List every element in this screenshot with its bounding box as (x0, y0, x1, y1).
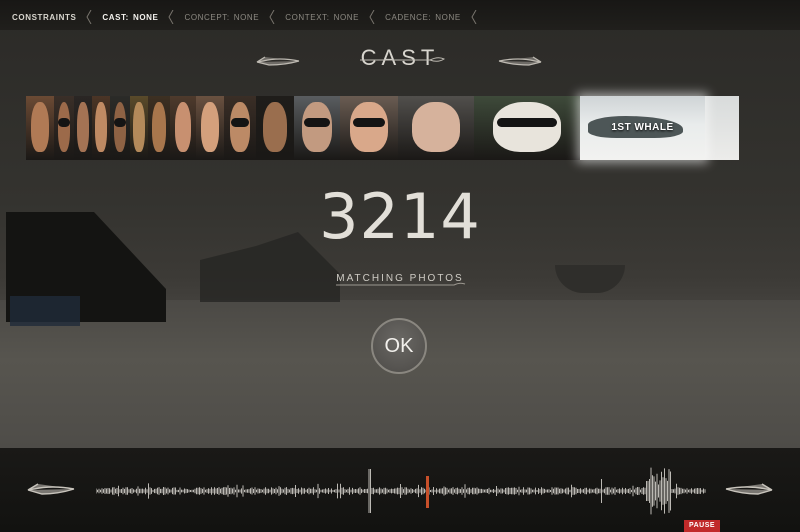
sunglasses-icon (304, 118, 330, 128)
thumb-cast-5[interactable] (110, 96, 130, 160)
crumb-concept[interactable]: CONCEPT: NONE (184, 13, 259, 22)
title-flourish-icon (360, 57, 445, 62)
face-thumb-icon (95, 102, 107, 153)
face-thumb-icon (493, 102, 561, 153)
sunglasses-icon (58, 118, 70, 128)
face-thumb-icon (77, 102, 89, 153)
chevron-separator-icon (471, 10, 477, 24)
thumb-partial[interactable] (705, 96, 739, 160)
face-thumb-icon (133, 102, 145, 153)
sunglasses-icon (497, 118, 557, 128)
face-thumb-icon (174, 102, 192, 153)
crumb-key: CONTEXT: (285, 12, 330, 22)
face-thumb-icon (411, 102, 461, 153)
face-thumb-icon (350, 102, 388, 153)
pause-button[interactable]: PAUSE (684, 520, 720, 532)
crumb-key: CONCEPT: (184, 12, 230, 22)
crumb-key: CONSTRAINTS (12, 12, 77, 22)
thumb-cast-3[interactable] (74, 96, 92, 160)
forward-arrow-icon[interactable] (724, 481, 774, 495)
chevron-separator-icon (369, 10, 375, 24)
face-thumb-icon (151, 102, 167, 153)
waveform-trace (96, 467, 706, 515)
crumb-value: NONE (233, 12, 260, 22)
sled-silhouette (10, 296, 80, 326)
next-arrow-icon[interactable] (497, 54, 543, 66)
playhead-marker[interactable] (426, 476, 429, 508)
crumb-cast[interactable]: CAST: NONE (102, 13, 158, 22)
thumb-cast-4[interactable] (92, 96, 110, 160)
face-thumb-icon (57, 102, 71, 153)
face-thumb-icon (302, 102, 332, 153)
thumb-label: 1ST WHALE (611, 122, 674, 133)
crumb-context[interactable]: CONTEXT: NONE (285, 13, 359, 22)
thumb-cast-10[interactable] (224, 96, 256, 160)
crumb-cadence[interactable]: CADENCE: NONE (385, 13, 461, 22)
sunglasses-icon (231, 118, 249, 128)
sunglasses-icon (114, 118, 126, 128)
thumb-cast-1[interactable] (26, 96, 54, 160)
thumb-cast-8[interactable] (170, 96, 196, 160)
crumb-value: NONE (132, 12, 159, 22)
thumb-cast-9[interactable] (196, 96, 224, 160)
crumb-constraints[interactable]: CONSTRAINTS (12, 13, 76, 22)
breadcrumb: CONSTRAINTS CAST: NONE CONCEPT: NONE CON… (12, 10, 487, 24)
audio-waveform[interactable] (96, 466, 706, 516)
face-thumb-icon (31, 102, 49, 153)
face-thumb-icon (201, 102, 219, 153)
face-thumb-icon (262, 102, 288, 153)
sunglasses-icon (352, 118, 386, 128)
thumb-cast-6[interactable] (130, 96, 148, 160)
thumb-cast-15[interactable] (474, 96, 580, 160)
thumb-1st-whale[interactable]: 1ST WHALE (580, 96, 705, 160)
label-flourish-icon (336, 282, 466, 286)
thumb-cast-12[interactable] (294, 96, 340, 160)
chevron-separator-icon (168, 10, 174, 24)
crumb-key: CADENCE: (385, 12, 432, 22)
crumb-value: NONE (333, 12, 360, 22)
thumb-cast-13[interactable] (340, 96, 398, 160)
face-thumb-icon (229, 102, 251, 153)
chevron-separator-icon (269, 10, 275, 24)
crumb-value: NONE (435, 12, 461, 22)
matching-count: 3214 (319, 180, 481, 253)
thumb-cast-7[interactable] (148, 96, 170, 160)
rewind-arrow-icon[interactable] (26, 481, 76, 495)
face-thumb-icon (113, 102, 127, 153)
thumb-cast-2[interactable] (54, 96, 74, 160)
crumb-key: CAST: (102, 12, 129, 22)
thumb-cast-11[interactable] (256, 96, 294, 160)
cast-filmstrip: 1ST WHALE (26, 96, 739, 160)
ok-button[interactable]: OK (371, 318, 427, 374)
thumb-cast-14[interactable] (398, 96, 474, 160)
chevron-separator-icon (86, 10, 92, 24)
